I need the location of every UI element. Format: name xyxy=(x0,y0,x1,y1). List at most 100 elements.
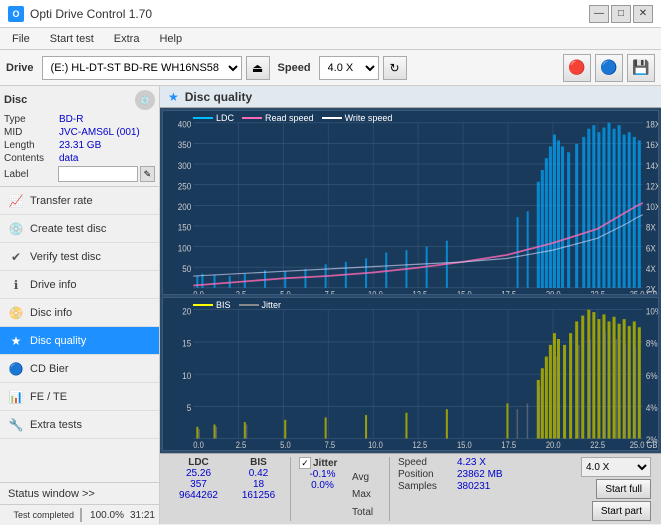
toolbar-action2[interactable]: 🔵 xyxy=(595,54,623,82)
content-header: ★ Disc quality xyxy=(160,86,661,108)
disc-type-value: BD-R xyxy=(59,114,155,125)
progress-bar-outer xyxy=(80,508,82,522)
start-part-button[interactable]: Start part xyxy=(592,501,651,521)
disc-mid-value: JVC-AMS6L (001) xyxy=(59,127,155,138)
svg-text:12X: 12X xyxy=(646,181,658,192)
svg-text:18X: 18X xyxy=(646,119,658,130)
samples-value: 380231 xyxy=(457,481,490,492)
jitter-max: 0.0% xyxy=(299,480,346,491)
menu-starttest[interactable]: Start test xyxy=(42,31,102,47)
svg-text:10X: 10X xyxy=(646,201,658,212)
disc-quality-icon: ★ xyxy=(8,333,24,349)
disc-mid-label: MID xyxy=(4,127,59,138)
maximize-button[interactable]: □ xyxy=(611,5,631,23)
svg-text:5: 5 xyxy=(187,402,192,413)
stats-separator2 xyxy=(389,457,390,521)
status-text: Test completed xyxy=(4,510,74,520)
minimize-button[interactable]: — xyxy=(589,5,609,23)
disc-length-field: Length 23.31 GB xyxy=(4,140,155,151)
svg-text:100: 100 xyxy=(178,243,192,254)
menu-help[interactable]: Help xyxy=(151,31,190,47)
svg-text:12.5: 12.5 xyxy=(413,290,428,294)
disc-type-field: Type BD-R xyxy=(4,114,155,125)
window-controls: — □ ✕ xyxy=(589,5,653,23)
avg-label: Avg xyxy=(352,472,383,483)
sidebar: Disc 💿 Type BD-R MID JVC-AMS6L (001) Len… xyxy=(0,86,160,524)
svg-text:7.5: 7.5 xyxy=(325,440,336,450)
speed-select[interactable]: 4.0 X xyxy=(319,56,379,80)
svg-text:10: 10 xyxy=(182,370,191,381)
toolbar-save[interactable]: 💾 xyxy=(627,54,655,82)
drive-info-icon: ℹ xyxy=(8,277,24,293)
stats-separator1 xyxy=(290,457,291,521)
top-chart-svg: 400 350 300 250 200 150 100 50 18X 16X 1… xyxy=(163,111,658,294)
status-window-button[interactable]: Status window >> xyxy=(0,483,159,505)
svg-text:5.0: 5.0 xyxy=(280,290,291,294)
extra-tests-label: Extra tests xyxy=(30,419,82,431)
drive-select[interactable]: (E:) HL-DT-ST BD-RE WH16NS58 TST4 xyxy=(42,56,242,80)
position-row: Position 23862 MB xyxy=(398,469,573,480)
app-icon: O xyxy=(8,6,24,22)
legend-readspeed: Read speed xyxy=(242,113,314,123)
disc-icon: 💿 xyxy=(135,90,155,110)
speed-dropdown[interactable]: 4.0 X xyxy=(581,457,651,477)
disc-panel-title: Disc xyxy=(4,94,27,106)
svg-text:17.5: 17.5 xyxy=(501,290,516,294)
disc-length-value: 23.31 GB xyxy=(59,140,155,151)
close-button[interactable]: ✕ xyxy=(633,5,653,23)
disc-label-row: Label ✎ xyxy=(4,166,155,182)
disc-label-input[interactable] xyxy=(58,166,138,182)
content-area: ★ Disc quality LDC Read speed xyxy=(160,86,661,524)
svg-text:8X: 8X xyxy=(646,222,656,233)
disc-panel: Disc 💿 Type BD-R MID JVC-AMS6L (001) Len… xyxy=(0,86,159,187)
verify-test-disc-label: Verify test disc xyxy=(30,251,101,263)
position-value: 23862 MB xyxy=(457,469,503,480)
disc-length-label: Length xyxy=(4,140,59,151)
cd-bier-icon: 🔵 xyxy=(8,361,24,377)
charts-container: LDC Read speed Write speed xyxy=(160,108,661,453)
menu-file[interactable]: File xyxy=(4,31,38,47)
nav-item-disc-info[interactable]: 📀Disc info xyxy=(0,299,159,327)
start-full-button[interactable]: Start full xyxy=(596,479,651,499)
svg-text:10.0: 10.0 xyxy=(368,290,383,294)
nav-item-verify-test-disc[interactable]: ✔Verify test disc xyxy=(0,243,159,271)
ldc-max: 357 xyxy=(170,479,227,490)
nav-item-drive-info[interactable]: ℹ Drive info xyxy=(0,271,159,299)
nav-item-disc-quality[interactable]: ★Disc quality xyxy=(0,327,159,355)
eject-button[interactable]: ⏏ xyxy=(246,56,270,80)
svg-text:4%: 4% xyxy=(646,402,658,413)
svg-text:20.0: 20.0 xyxy=(546,290,561,294)
nav-item-transfer-rate[interactable]: 📈Transfer rate xyxy=(0,187,159,215)
jitter-checkbox[interactable]: ✓ xyxy=(299,457,311,469)
svg-text:25.0 GB: 25.0 GB xyxy=(630,290,658,294)
nav-item-fe-te[interactable]: 📊FE / TE xyxy=(0,383,159,411)
nav-item-create-test-disc[interactable]: 💿Create test disc xyxy=(0,215,159,243)
bis-chart: BIS Jitter xyxy=(162,297,659,451)
menu-extra[interactable]: Extra xyxy=(106,31,148,47)
nav-item-extra-tests[interactable]: 🔧Extra tests xyxy=(0,411,159,439)
disc-mid-field: MID JVC-AMS6L (001) xyxy=(4,127,155,138)
disc-info-label: Disc info xyxy=(30,307,72,319)
drive-label: Drive xyxy=(6,62,34,74)
disc-contents-label: Contents xyxy=(4,153,59,164)
svg-text:6%: 6% xyxy=(646,370,658,381)
svg-text:20: 20 xyxy=(182,306,191,317)
refresh-button[interactable]: ↻ xyxy=(383,56,407,80)
drive-info-label: Drive info xyxy=(30,279,76,291)
toolbar-action1[interactable]: 🔴 xyxy=(563,54,591,82)
svg-text:20.0: 20.0 xyxy=(546,440,561,450)
fe-te-label: FE / TE xyxy=(30,391,67,403)
bis-avg: 0.42 xyxy=(235,468,282,479)
menubar: File Start test Extra Help xyxy=(0,28,661,50)
ldc-total: 9644262 xyxy=(170,490,227,501)
elapsed-time: 31:21 xyxy=(130,510,155,521)
disc-type-label: Type xyxy=(4,114,59,125)
svg-text:8%: 8% xyxy=(646,338,658,349)
titlebar: O Opti Drive Control 1.70 — □ ✕ xyxy=(0,0,661,28)
bottom-chart-svg: 20 15 10 5 10% 8% 6% 4% 2% 0.0 2.5 5.0 xyxy=(163,298,658,450)
disc-label-btn[interactable]: ✎ xyxy=(140,166,155,182)
samples-label: Samples xyxy=(398,481,453,492)
nav-item-cd-bier[interactable]: 🔵CD Bier xyxy=(0,355,159,383)
create-test-disc-label: Create test disc xyxy=(30,223,106,235)
samples-row: Samples 380231 xyxy=(398,481,573,492)
